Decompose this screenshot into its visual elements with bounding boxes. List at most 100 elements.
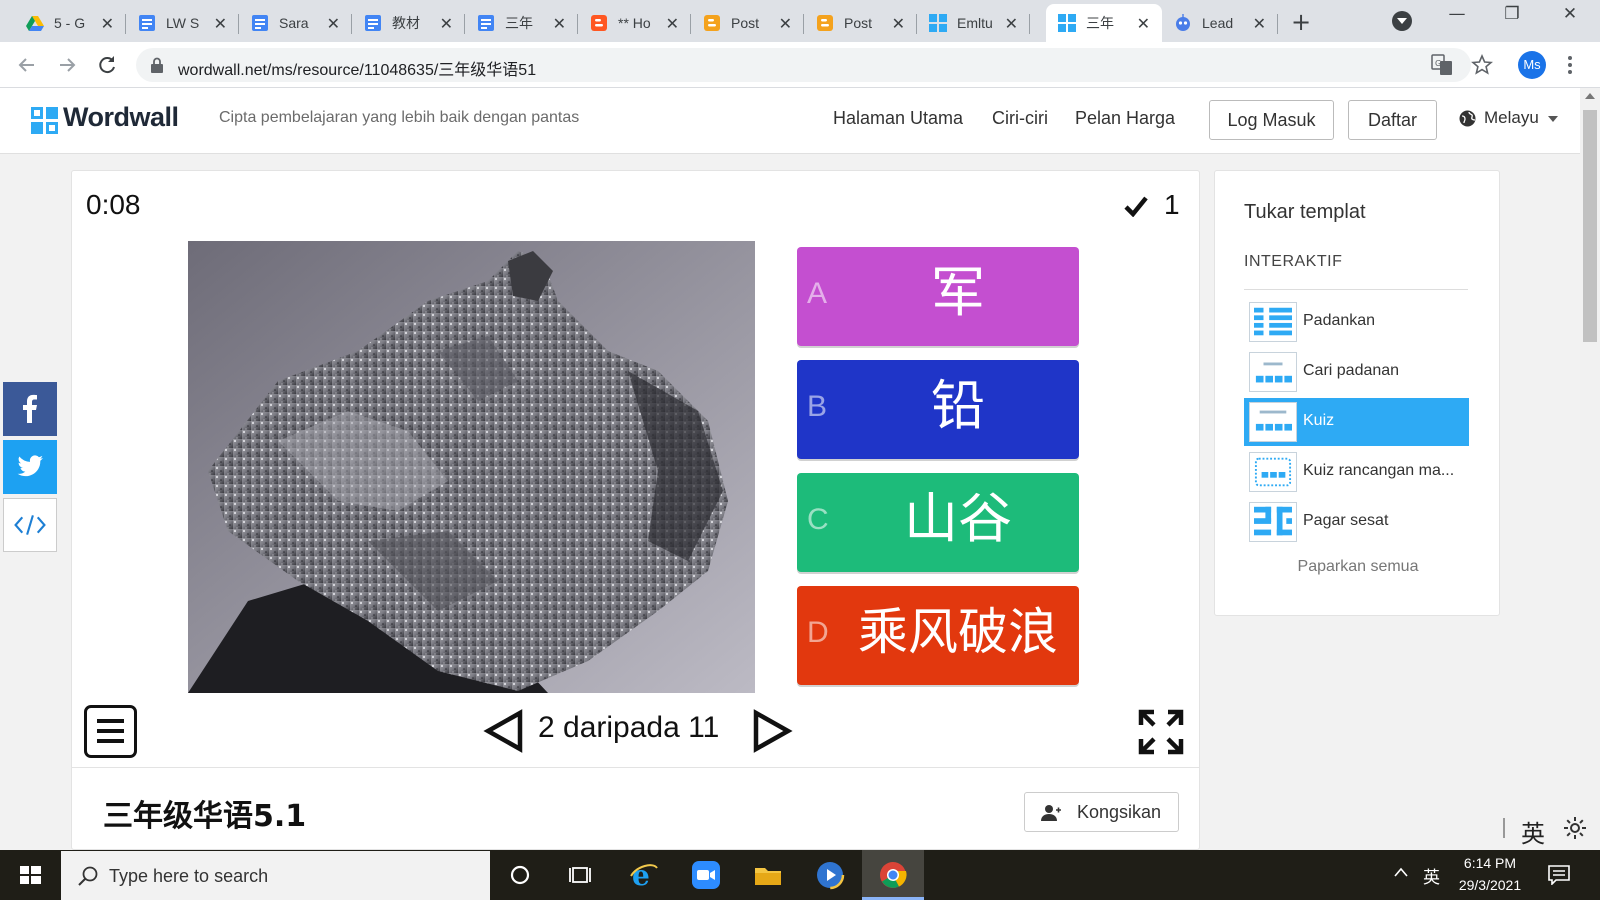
tab-title: Emltu bbox=[957, 15, 993, 31]
close-icon[interactable]: ✕ bbox=[892, 14, 905, 33]
bookmark-star-icon[interactable] bbox=[1471, 54, 1493, 76]
ime-drag-handle[interactable] bbox=[1503, 818, 1505, 838]
browser-tab[interactable]: 三年 ✕ bbox=[465, 4, 578, 42]
template-item-cari-padanan[interactable]: Cari padanan bbox=[1244, 348, 1469, 396]
browser-tab[interactable]: Lead ✕ bbox=[1162, 4, 1278, 42]
browser-tab[interactable]: Emltu ✕ bbox=[917, 4, 1030, 42]
template-item-kuiz-rancangan[interactable]: Kuiz rancangan ma... bbox=[1244, 448, 1469, 496]
language-selector[interactable]: Melayu bbox=[1484, 108, 1539, 128]
tray-ime-indicator[interactable]: 英 bbox=[1423, 863, 1440, 888]
chevron-up-icon[interactable] bbox=[1393, 866, 1409, 878]
browser-tab[interactable]: Sara ✕ bbox=[239, 4, 352, 42]
window-close-button[interactable]: ✕ bbox=[1548, 4, 1592, 34]
answer-option-a[interactable]: A 军 bbox=[797, 247, 1079, 346]
tab-title: Post bbox=[844, 15, 873, 31]
chrome-taskbar-slot[interactable] bbox=[862, 850, 924, 900]
page-scrollbar[interactable] bbox=[1580, 88, 1600, 850]
clock-date[interactable]: 29/3/2021 bbox=[1440, 877, 1540, 893]
browser-tab-active[interactable]: 三年 ✕ bbox=[1046, 4, 1162, 42]
more-menu-icon[interactable] bbox=[1567, 54, 1573, 76]
answer-option-d[interactable]: D 乘风破浪 bbox=[797, 586, 1079, 685]
wordwall-logo[interactable]: Wordwall bbox=[63, 102, 179, 133]
quiz-timer: 0:08 bbox=[86, 189, 141, 220]
close-icon[interactable]: ✕ bbox=[440, 14, 453, 33]
nav-features[interactable]: Ciri-ciri bbox=[992, 108, 1048, 129]
close-icon[interactable]: ✕ bbox=[1005, 14, 1018, 33]
browser-tab[interactable]: 教材 ✕ bbox=[352, 4, 465, 42]
close-icon[interactable]: ✕ bbox=[214, 14, 227, 33]
reload-icon[interactable] bbox=[94, 52, 120, 78]
share-button[interactable]: Kongsikan bbox=[1024, 792, 1179, 832]
task-view-icon[interactable] bbox=[565, 860, 595, 890]
zoom-icon[interactable] bbox=[691, 860, 721, 890]
browser-tab[interactable]: Post ✕ bbox=[804, 4, 917, 42]
menu-button[interactable] bbox=[84, 705, 137, 758]
nav-pricing[interactable]: Pelan Harga bbox=[1075, 108, 1175, 129]
template-item-pagar-sesat[interactable]: Pagar sesat bbox=[1244, 498, 1469, 546]
scrollbar-thumb[interactable] bbox=[1583, 110, 1597, 342]
answer-option-b[interactable]: B 铅 bbox=[797, 360, 1079, 459]
clock-time[interactable]: 6:14 PM bbox=[1440, 855, 1540, 871]
signup-button[interactable]: Daftar bbox=[1348, 100, 1437, 140]
fullscreen-icon[interactable] bbox=[1138, 709, 1184, 755]
close-icon[interactable]: ✕ bbox=[101, 14, 114, 33]
close-icon[interactable]: ✕ bbox=[779, 14, 792, 33]
file-explorer-icon[interactable] bbox=[753, 860, 783, 890]
browser-tab[interactable]: ** Ho ✕ bbox=[578, 4, 691, 42]
divider bbox=[1244, 289, 1468, 290]
hamburger-icon-bar bbox=[97, 729, 124, 733]
url-text[interactable]: wordwall.net/ms/resource/11048635/三年级华语5… bbox=[178, 56, 536, 80]
previous-arrow-icon[interactable] bbox=[482, 709, 526, 753]
question-image bbox=[188, 241, 755, 693]
profile-avatar[interactable]: Ms bbox=[1518, 51, 1546, 79]
match-up-template-icon bbox=[1249, 302, 1297, 342]
close-icon[interactable]: ✕ bbox=[1253, 14, 1266, 33]
cortana-icon[interactable] bbox=[505, 860, 535, 890]
template-item-padankan[interactable]: Padankan bbox=[1244, 298, 1469, 346]
ime-mode-indicator[interactable]: 英 bbox=[1521, 814, 1545, 849]
address-bar[interactable]: wordwall.net/ms/resource/11048635/三年级华语5… bbox=[136, 48, 1471, 82]
tab-title: Post bbox=[731, 15, 760, 31]
twitter-share-button[interactable] bbox=[3, 440, 57, 494]
back-icon[interactable] bbox=[14, 52, 40, 78]
globe-icon[interactable] bbox=[1459, 110, 1476, 127]
close-icon[interactable]: ✕ bbox=[1137, 14, 1150, 33]
chevron-down-icon[interactable] bbox=[1548, 116, 1558, 122]
taskbar-search-box[interactable]: Type here to search bbox=[61, 851, 490, 900]
close-icon[interactable]: ✕ bbox=[553, 14, 566, 33]
embed-button[interactable] bbox=[3, 498, 57, 552]
browser-tab-strip: 5 - G ✕ LW S ✕ Sara ✕ 教材 ✕ 三年 ✕ ** Ho ✕ … bbox=[0, 0, 1600, 42]
code-embed-icon bbox=[14, 515, 46, 535]
tab-search-icon[interactable] bbox=[1392, 11, 1412, 31]
browser-tab[interactable]: LW S ✕ bbox=[126, 4, 239, 42]
windows-start-icon[interactable] bbox=[0, 850, 60, 900]
answer-option-c[interactable]: C 山谷 bbox=[797, 473, 1079, 572]
answer-text: 乘风破浪 bbox=[858, 603, 1058, 661]
new-tab-button[interactable]: + bbox=[1291, 8, 1311, 36]
template-item-kuiz[interactable]: Kuiz bbox=[1244, 398, 1469, 446]
scroll-up-arrow-icon[interactable] bbox=[1585, 93, 1595, 99]
internet-explorer-icon[interactable]: e bbox=[629, 860, 659, 890]
browser-tab[interactable]: Post ✕ bbox=[691, 4, 804, 42]
show-all-templates-link[interactable]: Paparkan semua bbox=[1215, 558, 1501, 576]
browser-tab[interactable]: 5 - G ✕ bbox=[14, 4, 126, 42]
notification-icon[interactable] bbox=[1548, 865, 1570, 885]
restore-button[interactable]: ❐ bbox=[1490, 4, 1534, 34]
gear-icon[interactable] bbox=[1563, 816, 1587, 840]
translate-icon[interactable]: G bbox=[1431, 54, 1453, 76]
media-player-icon[interactable] bbox=[815, 860, 845, 890]
next-arrow-icon[interactable] bbox=[750, 709, 794, 753]
facebook-share-button[interactable] bbox=[3, 382, 57, 436]
tab-title: Sara bbox=[279, 15, 309, 31]
login-button[interactable]: Log Masuk bbox=[1209, 100, 1334, 140]
minimize-button[interactable]: — bbox=[1435, 4, 1479, 34]
nav-home[interactable]: Halaman Utama bbox=[833, 108, 963, 129]
close-icon[interactable]: ✕ bbox=[327, 14, 340, 33]
forward-icon[interactable] bbox=[54, 52, 80, 78]
close-icon[interactable]: ✕ bbox=[666, 14, 679, 33]
chrome-icon bbox=[880, 862, 907, 888]
svg-text:G: G bbox=[1435, 59, 1441, 68]
template-heading: Tukar templat bbox=[1244, 201, 1366, 223]
tab-title: 5 - G bbox=[54, 15, 86, 31]
wordwall-logo-icon[interactable] bbox=[31, 107, 58, 134]
